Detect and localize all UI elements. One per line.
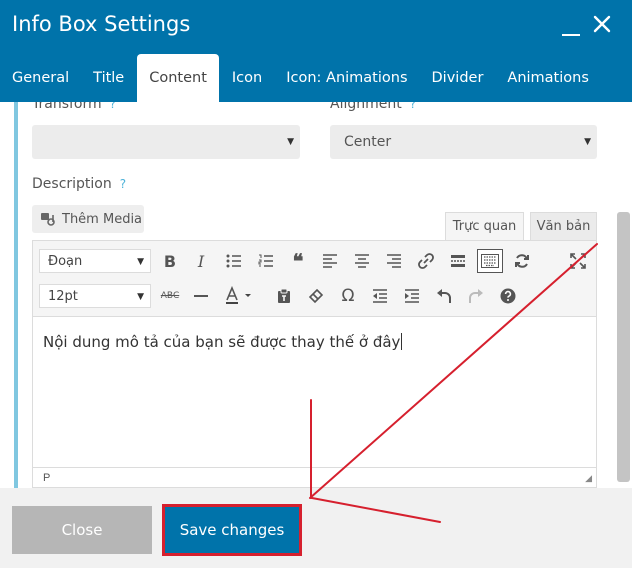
clear-formatting-button[interactable]: [303, 284, 329, 308]
dialog-header: Info Box Settings General Title Content …: [0, 0, 632, 102]
element-path[interactable]: P: [43, 472, 50, 484]
align-right-button[interactable]: [381, 249, 407, 273]
chevron-down-icon: ▼: [137, 257, 144, 267]
refresh-icon: [515, 254, 529, 268]
alignment-label: Alignment: [330, 102, 402, 112]
tab-animations[interactable]: Animations: [495, 54, 600, 102]
read-more-icon: [451, 255, 465, 267]
scrollbar[interactable]: [617, 212, 630, 482]
numbered-list-button[interactable]: [253, 249, 279, 273]
strikethrough-button[interactable]: ABC: [157, 284, 183, 308]
text-color-icon: [226, 286, 251, 304]
fullscreen-button[interactable]: [565, 249, 591, 273]
italic-button[interactable]: I: [188, 249, 214, 273]
tab-divider[interactable]: Divider: [420, 54, 496, 102]
link-icon: [418, 253, 434, 269]
undo-button[interactable]: [431, 284, 457, 308]
paste-text-button[interactable]: [271, 284, 297, 308]
media-icon: [41, 213, 55, 226]
text-cursor: [401, 333, 403, 350]
numbered-list-icon: [258, 254, 273, 267]
add-media-label: Thêm Media: [62, 211, 143, 227]
chevron-down-icon: ▼: [584, 137, 591, 147]
chevron-down-icon: ▼: [137, 292, 144, 302]
format-select[interactable]: Đoạn ▼: [39, 249, 151, 273]
transform-select[interactable]: ▼: [32, 125, 300, 159]
redo-icon: [469, 289, 483, 303]
add-media-button[interactable]: Thêm Media: [32, 205, 144, 233]
save-changes-button[interactable]: Save changes: [162, 504, 302, 556]
special-character-button[interactable]: Ω: [335, 284, 361, 308]
transform-label-row: Transform?: [32, 102, 116, 112]
accent-bar: [14, 102, 18, 488]
outdent-icon: [373, 289, 387, 303]
horizontal-line-icon: [194, 295, 208, 297]
font-size-select[interactable]: 12pt ▼: [39, 284, 151, 308]
keyboard-icon: [481, 254, 499, 268]
format-value: Đoạn: [48, 253, 83, 269]
fullscreen-icon: [570, 253, 586, 269]
bold-button[interactable]: B: [157, 249, 183, 273]
description-label-row: Description?: [32, 176, 126, 192]
settings-panel: Transform? Alignment? ▼ Center ▼ Descrip…: [0, 102, 632, 488]
editor-content[interactable]: Nội dung mô tả của bạn sẽ được thay thế …: [43, 333, 403, 351]
help-icon[interactable]: ?: [110, 102, 116, 111]
save-changes-label: Save changes: [167, 509, 297, 551]
toolbar-toggle-button[interactable]: [477, 249, 503, 273]
indent-button[interactable]: [399, 284, 425, 308]
minimize-icon[interactable]: [562, 34, 580, 36]
tab-visual[interactable]: Trực quan: [445, 212, 524, 240]
blockquote-button[interactable]: ❝: [285, 249, 311, 273]
align-center-icon: [355, 254, 369, 268]
undo-icon: [437, 289, 451, 303]
align-right-icon: [387, 254, 401, 268]
refresh-button[interactable]: [509, 249, 535, 273]
tab-icon[interactable]: Icon: [220, 54, 274, 102]
align-center-button[interactable]: [349, 249, 375, 273]
bullet-list-button[interactable]: [221, 249, 247, 273]
alignment-label-row: Alignment?: [330, 102, 416, 112]
description-text: Nội dung mô tả của bạn sẽ được thay thế …: [43, 333, 401, 351]
close-button[interactable]: Close: [12, 506, 152, 554]
editor-toolbar: Đoạn ▼ B I ❝ 12pt ▼ ABC Ω: [33, 241, 596, 317]
tab-content[interactable]: Content: [137, 54, 219, 102]
bullet-list-icon: [226, 254, 241, 268]
description-label: Description: [32, 176, 112, 192]
question-icon: [500, 288, 516, 304]
editor-statusbar: P: [33, 467, 596, 487]
help-icon[interactable]: ?: [410, 102, 416, 111]
help-button[interactable]: [495, 284, 521, 308]
text-color-button[interactable]: [221, 284, 255, 308]
resize-handle-icon[interactable]: ◢: [585, 473, 592, 484]
horizontal-line-button[interactable]: [188, 284, 214, 308]
dialog-title: Info Box Settings: [12, 12, 191, 36]
read-more-button[interactable]: [445, 249, 471, 273]
align-left-button[interactable]: [317, 249, 343, 273]
insert-link-button[interactable]: [413, 249, 439, 273]
redo-button[interactable]: [463, 284, 489, 308]
transform-label: Transform: [32, 102, 102, 112]
alignment-select[interactable]: Center ▼: [330, 125, 597, 159]
font-size-value: 12pt: [48, 288, 78, 304]
tab-general[interactable]: General: [0, 54, 81, 102]
eraser-icon: [308, 288, 324, 304]
dialog-footer: Close Save changes: [0, 488, 632, 568]
tab-text[interactable]: Văn bản: [530, 212, 597, 240]
outdent-button[interactable]: [367, 284, 393, 308]
help-icon[interactable]: ?: [120, 177, 126, 191]
tab-title[interactable]: Title: [81, 54, 136, 102]
indent-icon: [405, 289, 419, 303]
tab-icon-animations[interactable]: Icon: Animations: [274, 54, 419, 102]
chevron-down-icon: ▼: [287, 137, 294, 147]
align-left-icon: [323, 254, 337, 268]
alignment-value: Center: [344, 134, 392, 150]
rich-text-editor: Đoạn ▼ B I ❝ 12pt ▼ ABC Ω Nội dung mô tả…: [32, 240, 597, 488]
paste-icon: [278, 288, 290, 303]
tab-bar: General Title Content Icon Icon: Animati…: [0, 54, 601, 102]
close-icon[interactable]: [590, 12, 614, 36]
